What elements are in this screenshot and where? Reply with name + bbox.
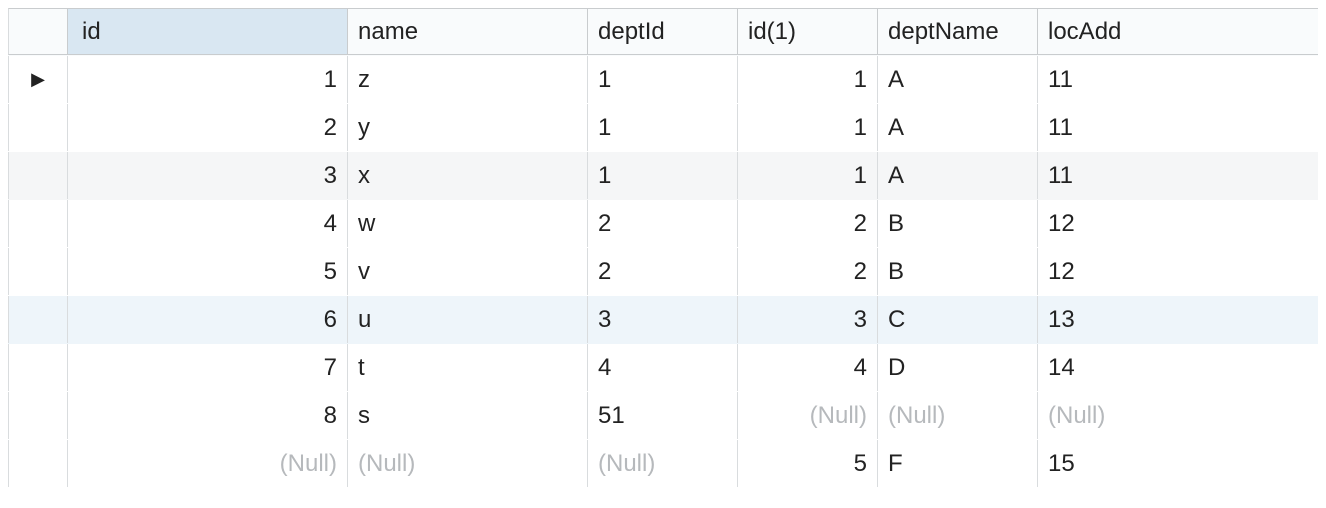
cell-id1[interactable]: 2 (738, 248, 878, 295)
col-header-locadd[interactable]: locAdd (1038, 8, 1318, 55)
cell-deptid[interactable]: 2 (588, 200, 738, 247)
cell-deptname[interactable]: D (878, 344, 1038, 391)
table-row[interactable]: 7t44D14 (8, 344, 1318, 392)
table-row[interactable]: 2y11A11 (8, 104, 1318, 152)
cell-deptid[interactable]: (Null) (588, 440, 738, 487)
cell-id[interactable]: 2 (68, 104, 348, 151)
cell-id1[interactable]: 4 (738, 344, 878, 391)
table-row[interactable]: (Null)(Null)(Null)5F15 (8, 440, 1318, 488)
cell-locadd[interactable]: 13 (1038, 296, 1318, 343)
row-indicator (8, 296, 68, 343)
cell-name[interactable]: (Null) (348, 440, 588, 487)
cell-id[interactable]: 1 (68, 56, 348, 103)
cell-locadd[interactable]: 12 (1038, 200, 1318, 247)
cell-deptname[interactable]: B (878, 248, 1038, 295)
cell-id[interactable]: 7 (68, 344, 348, 391)
current-row-icon: ▶ (31, 69, 45, 90)
row-gutter-header (8, 8, 68, 55)
cell-id[interactable]: 6 (68, 296, 348, 343)
table-row[interactable]: 4w22B12 (8, 200, 1318, 248)
cell-id1[interactable]: 1 (738, 56, 878, 103)
cell-name[interactable]: s (348, 392, 588, 439)
cell-locadd[interactable]: 12 (1038, 248, 1318, 295)
cell-deptid[interactable]: 51 (588, 392, 738, 439)
cell-id1[interactable]: 1 (738, 152, 878, 199)
cell-deptid[interactable]: 4 (588, 344, 738, 391)
cell-id[interactable]: 8 (68, 392, 348, 439)
cell-id[interactable]: 5 (68, 248, 348, 295)
cell-deptid[interactable]: 1 (588, 104, 738, 151)
cell-name[interactable]: x (348, 152, 588, 199)
cell-locadd[interactable]: 14 (1038, 344, 1318, 391)
cell-id[interactable]: 3 (68, 152, 348, 199)
cell-deptname[interactable]: C (878, 296, 1038, 343)
cell-id1[interactable]: (Null) (738, 392, 878, 439)
table-row[interactable]: 8s51(Null)(Null)(Null) (8, 392, 1318, 440)
cell-deptname[interactable]: (Null) (878, 392, 1038, 439)
col-header-name[interactable]: name (348, 8, 588, 55)
cell-name[interactable]: t (348, 344, 588, 391)
cell-deptid[interactable]: 1 (588, 56, 738, 103)
row-indicator (8, 152, 68, 199)
table-row[interactable]: ▶1z11A11 (8, 56, 1318, 104)
cell-id1[interactable]: 5 (738, 440, 878, 487)
table-row[interactable]: 5v22B12 (8, 248, 1318, 296)
cell-locadd[interactable]: 11 (1038, 104, 1318, 151)
cell-deptname[interactable]: B (878, 200, 1038, 247)
row-indicator (8, 248, 68, 295)
row-indicator (8, 200, 68, 247)
cell-locadd[interactable]: 15 (1038, 440, 1318, 487)
cell-id[interactable]: 4 (68, 200, 348, 247)
row-indicator (8, 392, 68, 439)
cell-name[interactable]: y (348, 104, 588, 151)
col-header-deptname[interactable]: deptName (878, 8, 1038, 55)
cell-name[interactable]: w (348, 200, 588, 247)
cell-deptid[interactable]: 3 (588, 296, 738, 343)
cell-id[interactable]: (Null) (68, 440, 348, 487)
row-indicator (8, 344, 68, 391)
col-header-deptid[interactable]: deptId (588, 8, 738, 55)
cell-deptid[interactable]: 1 (588, 152, 738, 199)
result-grid[interactable]: id name deptId id(1) deptName locAdd ▶1z… (8, 8, 1318, 488)
col-header-id1[interactable]: id(1) (738, 8, 878, 55)
cell-deptid[interactable]: 2 (588, 248, 738, 295)
cell-deptname[interactable]: F (878, 440, 1038, 487)
cell-id1[interactable]: 1 (738, 104, 878, 151)
header-row: id name deptId id(1) deptName locAdd (8, 8, 1318, 56)
table-row[interactable]: 3x11A11 (8, 152, 1318, 200)
table-row[interactable]: 6u33C13 (8, 296, 1318, 344)
cell-locadd[interactable]: 11 (1038, 56, 1318, 103)
cell-deptname[interactable]: A (878, 104, 1038, 151)
cell-name[interactable]: v (348, 248, 588, 295)
row-indicator (8, 440, 68, 487)
cell-deptname[interactable]: A (878, 56, 1038, 103)
cell-id1[interactable]: 2 (738, 200, 878, 247)
row-indicator (8, 104, 68, 151)
cell-name[interactable]: u (348, 296, 588, 343)
cell-locadd[interactable]: (Null) (1038, 392, 1318, 439)
cell-deptname[interactable]: A (878, 152, 1038, 199)
cell-id1[interactable]: 3 (738, 296, 878, 343)
row-indicator: ▶ (8, 56, 68, 103)
col-header-id[interactable]: id (68, 8, 348, 55)
cell-locadd[interactable]: 11 (1038, 152, 1318, 199)
cell-name[interactable]: z (348, 56, 588, 103)
